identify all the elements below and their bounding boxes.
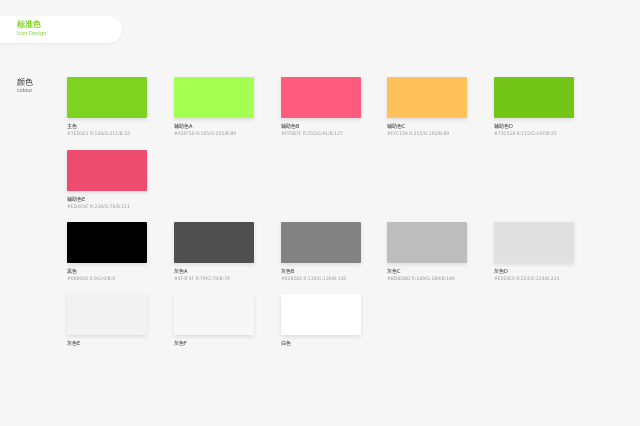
- color-chip: [174, 77, 254, 118]
- color-chip: [387, 222, 467, 263]
- swatch-gray-b: 灰色B #828282 R:130/G:130/B:130: [281, 222, 363, 283]
- swatch-name: 辅助色A: [174, 124, 193, 130]
- color-chip: [494, 222, 574, 263]
- swatch-values: #7ED321 R:126/G:211/B:33: [67, 132, 131, 137]
- swatch-values: #73C518 R:115/G:197/B:25: [494, 132, 557, 137]
- color-chip: [174, 294, 254, 335]
- color-chip: [67, 294, 147, 335]
- swatch-white: 白色: [281, 294, 363, 348]
- swatch-auxiliary-a: 辅助色A #A5FF50 R:165/G:255/B:80: [174, 77, 256, 138]
- swatch-gray-f: 灰色F: [174, 294, 256, 348]
- swatch-auxiliary-d: 辅助色D #73C518 R:115/G:197/B:25: [494, 77, 576, 138]
- swatch-name: 灰色D: [494, 269, 508, 275]
- color-chip: [281, 294, 361, 335]
- swatch-gray-c: 灰色C #BDBDBD R:189/G:189/B:189: [387, 222, 469, 283]
- page-subtitle: Icon Design: [17, 31, 47, 37]
- swatch-values: #4F4F4F R:79/G:79/B:79: [174, 277, 230, 282]
- section-subtitle: colour: [17, 88, 33, 94]
- swatch-values: #E0E0E0 R:224/G:224/B:224: [494, 277, 560, 282]
- swatch-name: 辅助色E: [67, 197, 86, 203]
- swatch-name: 辅助色B: [281, 124, 300, 130]
- swatch-name: 灰色F: [174, 341, 187, 347]
- color-chip: [494, 77, 574, 118]
- header-pill: 标准色 Icon Design: [0, 16, 122, 43]
- swatch-name: 主色: [67, 124, 78, 130]
- section-label: 颜色 colour: [17, 78, 33, 95]
- swatch-auxiliary-b: 辅助色B #FF5B7F R:255/G:91/B:127: [281, 77, 363, 138]
- swatch-values: #ED4C6F R:236/G:76/B:111: [67, 205, 131, 210]
- swatch-name: 灰色B: [281, 269, 295, 275]
- swatch-name: 辅助色D: [494, 124, 513, 130]
- swatch-values: #FFC159 R:255/G:192/B:89: [387, 132, 450, 137]
- swatch-primary: 主色 #7ED321 R:126/G:211/B:33: [67, 77, 149, 138]
- swatch-name: 白色: [281, 341, 292, 347]
- swatch-auxiliary-c: 辅助色C #FFC159 R:255/G:192/B:89: [387, 77, 469, 138]
- section-title: 颜色: [17, 78, 33, 87]
- swatch-name: 灰色C: [387, 269, 401, 275]
- swatch-name: 黑色: [67, 269, 78, 275]
- swatch-gray-d: 灰色D #E0E0E0 R:224/G:224/B:224: [494, 222, 576, 283]
- swatch-name: 灰色A: [174, 269, 188, 275]
- swatch-black: 黑色 #000000 R:0/G:0/B:0: [67, 222, 149, 283]
- swatch-gray-a: 灰色A #4F4F4F R:79/G:79/B:79: [174, 222, 256, 283]
- swatch-auxiliary-e: 辅助色E #ED4C6F R:236/G:76/B:111: [67, 150, 149, 211]
- swatch-name: 辅助色C: [387, 124, 406, 130]
- color-chip: [67, 222, 147, 263]
- swatch-values: #A5FF50 R:165/G:255/B:80: [174, 132, 237, 137]
- color-chip: [387, 77, 467, 118]
- color-chip: [67, 77, 147, 118]
- page-title: 标准色: [17, 20, 41, 29]
- swatch-name: 灰色E: [67, 341, 81, 347]
- swatch-values: #828282 R:130/G:130/B:130: [281, 277, 347, 282]
- swatch-gray-e: 灰色E: [67, 294, 149, 348]
- color-chip: [174, 222, 254, 263]
- swatch-values: #BDBDBD R:189/G:189/B:189: [387, 277, 455, 282]
- swatch-values: #FF5B7F R:255/G:91/B:127: [281, 132, 343, 137]
- color-chip: [67, 150, 147, 191]
- swatch-values: #000000 R:0/G:0/B:0: [67, 277, 116, 282]
- color-chip: [281, 222, 361, 263]
- color-chip: [281, 77, 361, 118]
